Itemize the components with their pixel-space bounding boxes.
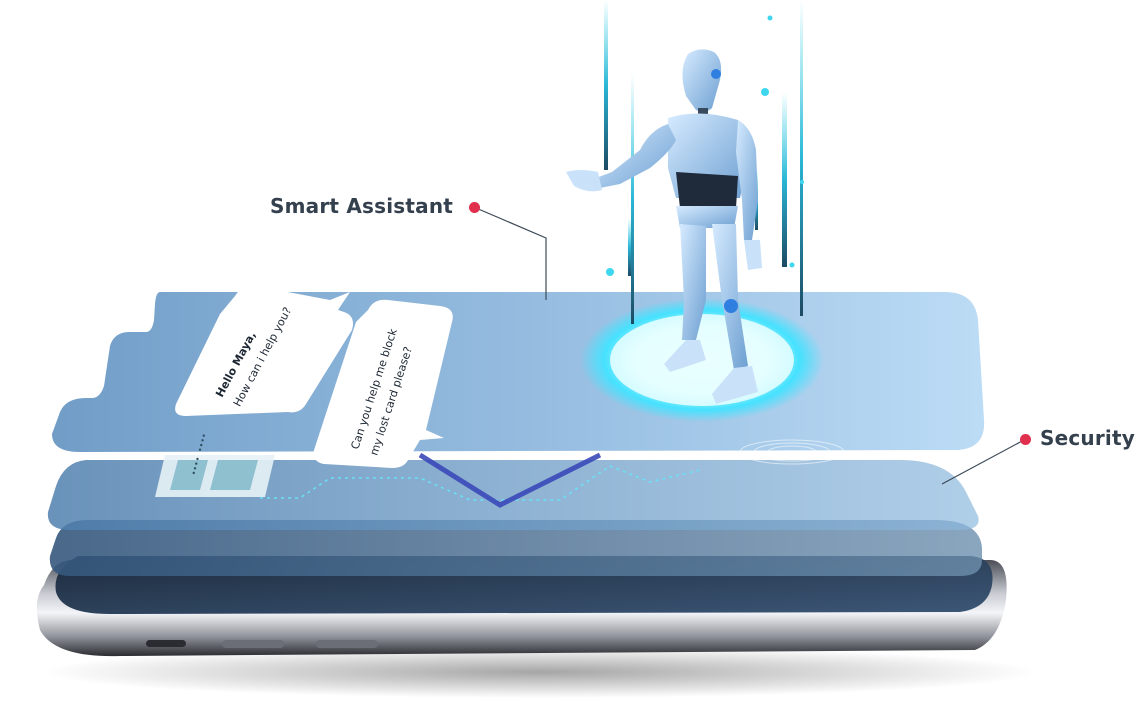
callout-line-smart-assistant — [475, 207, 547, 300]
security-dot — [1020, 434, 1031, 445]
credit-card-icon — [155, 455, 275, 497]
smart-assistant-label: Smart Assistant — [270, 194, 454, 218]
security-label: Security — [1040, 426, 1135, 450]
smart-assistant-dot — [469, 202, 480, 213]
smartphone-illustration: Hello Maya, How can i help you? Can you … — [36, 0, 1040, 698]
